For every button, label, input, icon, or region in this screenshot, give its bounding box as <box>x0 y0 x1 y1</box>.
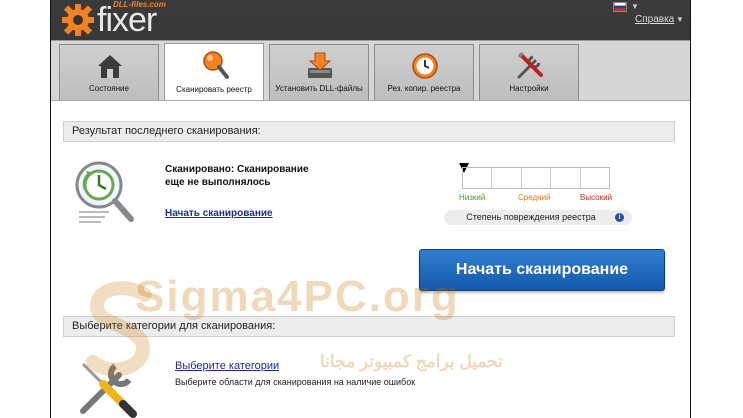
language-chevron-down-icon[interactable]: ▼ <box>631 2 639 11</box>
choose-categories-link[interactable]: Выберите категории <box>175 360 279 372</box>
damage-meter <box>462 167 610 189</box>
help-chevron-down-icon[interactable]: ▼ <box>676 15 684 24</box>
tab-label: Рез. копир. реестра <box>387 84 461 93</box>
outer-frame-left <box>0 0 50 418</box>
titlebar: fixer DLL-files.com ▼ Справка ▼ <box>51 0 690 40</box>
download-icon <box>308 52 332 78</box>
tab-registry-backup[interactable]: Рез. копир. реестра <box>374 44 474 101</box>
tools-icon <box>517 51 543 79</box>
meter-cell <box>463 168 493 188</box>
meter-cell <box>581 168 609 188</box>
magnifier-icon <box>203 51 229 79</box>
scan-status-line2: еще не выполнялось <box>165 177 271 188</box>
meter-cell <box>522 168 552 188</box>
tab-bar: Состояние Сканировать реестр Установить … <box>51 40 690 102</box>
help-menu[interactable]: Справка <box>635 14 674 25</box>
gear-logo-icon <box>62 4 94 36</box>
meter-label-high: Высокий <box>580 193 613 202</box>
clock-restore-icon <box>412 53 438 79</box>
home-icon <box>98 55 122 78</box>
tab-label: Состояние <box>89 84 129 93</box>
scan-status: Сканировано: Сканирование еще не выполня… <box>165 163 345 189</box>
scan-status-line1: Сканировано: Сканирование <box>165 164 309 175</box>
meter-label-low: Низкий <box>459 193 486 202</box>
tab-label: Настройки <box>509 84 549 93</box>
tab-label: Сканировать реестр <box>176 85 252 94</box>
outer-frame-right <box>691 0 743 418</box>
info-icon[interactable]: i <box>615 213 624 222</box>
tab-scan-registry[interactable]: Сканировать реестр <box>164 43 264 102</box>
start-scan-link[interactable]: Начать сканирование <box>165 208 273 219</box>
russian-flag-icon[interactable] <box>613 2 627 12</box>
meter-cell <box>492 168 522 188</box>
categories-description: Выберите области для сканирования на нал… <box>175 377 416 387</box>
logo-subtitle: DLL-files.com <box>113 0 166 9</box>
scan-magnifier-clock-icon <box>75 161 134 223</box>
meter-cell <box>551 168 581 188</box>
watermark-subtitle: تحميل برامج كمبيوتر مجانا <box>320 352 503 371</box>
tab-label: Установить DLL-файлы <box>275 84 363 93</box>
registry-damage-label: Степень повреждения реестра <box>444 210 632 225</box>
tab-status[interactable]: Состояние <box>59 44 159 101</box>
meter-label-mid: Средний <box>518 193 551 202</box>
tab-settings[interactable]: Настройки <box>479 44 579 101</box>
tab-install-dll[interactable]: Установить DLL-файлы <box>269 44 369 101</box>
watermark-text: Sigma4PC.org <box>135 272 460 321</box>
last-scan-header: Результат последнего сканирования: <box>63 121 675 142</box>
